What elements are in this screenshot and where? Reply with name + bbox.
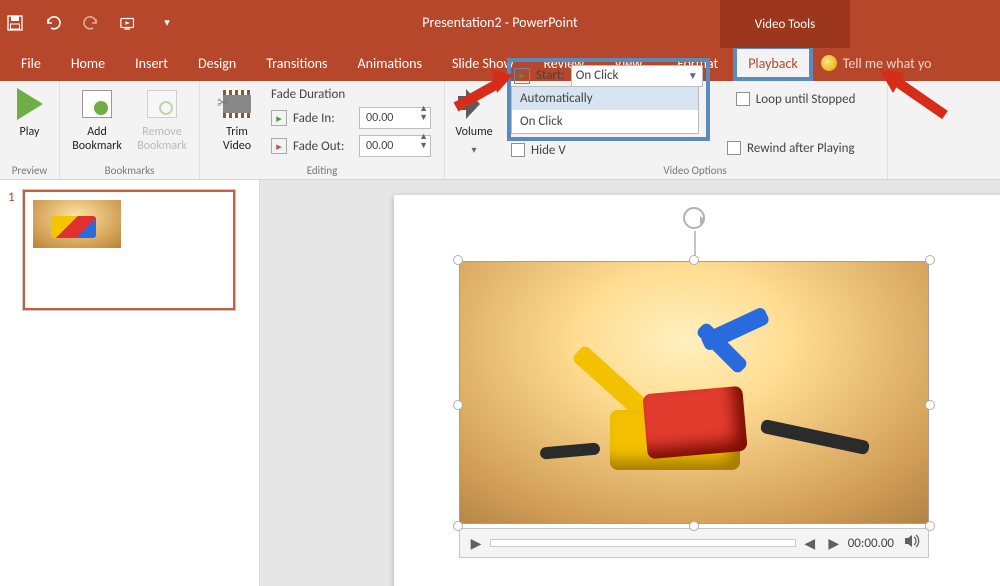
volume-button[interactable]: Volume ▾ [447, 85, 502, 156]
fade-in-label: Fade In: [293, 111, 353, 126]
group-bookmarks-label: Bookmarks [105, 164, 155, 177]
trim-video-button[interactable]: Trim Video [213, 85, 261, 153]
ribbon: Play Preview Add Bookmark Remove Bookmar… [0, 81, 1000, 180]
play-label: Play [20, 125, 40, 139]
fade-in-icon: ▸ [271, 110, 287, 126]
slide-editing-area[interactable]: ▶ ◀ ▶ 00:00.00 [260, 180, 1000, 586]
play-icon [17, 88, 43, 120]
title-bar: ▾ Presentation2 - PowerPoint Video Tools [0, 0, 1000, 45]
player-time-display: 00:00.00 [848, 536, 894, 551]
resize-handle-n[interactable] [689, 255, 699, 265]
loop-checkbox[interactable] [736, 92, 750, 106]
loop-label: Loop until Stopped [756, 92, 856, 107]
fade-out-icon: ▸ [271, 138, 287, 154]
loop-checkbox-row[interactable]: Loop until Stopped [736, 87, 856, 111]
rewind-label: Rewind after Playing [747, 141, 855, 156]
resize-handle-s[interactable] [689, 521, 699, 531]
group-preview-label: Preview [12, 164, 48, 177]
start-combo-value: On Click [576, 68, 619, 83]
tab-file[interactable]: File [6, 45, 56, 81]
start-from-beginning-icon[interactable] [120, 14, 138, 32]
resize-handle-nw[interactable] [453, 255, 463, 265]
video-player-bar: ▶ ◀ ▶ 00:00.00 [459, 528, 929, 558]
group-editing-label: Editing [307, 164, 338, 177]
undo-icon[interactable] [44, 14, 62, 32]
start-label: Start: [536, 68, 565, 83]
start-dropdown-list: Automatically On Click [511, 86, 699, 134]
resize-handle-se[interactable] [925, 521, 935, 531]
start-dropdown-cluster: ▸ Start: On Click ▼ Automatically On Cli… [511, 62, 706, 137]
resize-handle-ne[interactable] [925, 255, 935, 265]
trim-video-label: Trim Video [223, 125, 251, 153]
remove-bookmark-icon [147, 90, 177, 118]
resize-handle-w[interactable] [453, 400, 463, 410]
player-step-back-button[interactable]: ◀ [800, 535, 820, 552]
tab-insert[interactable]: Insert [120, 45, 183, 81]
slide-thumbnail-image [33, 200, 121, 248]
volume-icon [458, 89, 490, 119]
add-bookmark-button[interactable]: Add Bookmark [70, 85, 125, 153]
video-content-illustration [550, 330, 820, 500]
add-bookmark-icon [82, 90, 112, 118]
chevron-down-icon: ▼ [688, 69, 698, 82]
player-volume-button[interactable] [902, 534, 922, 552]
tab-home[interactable]: Home [56, 45, 120, 81]
save-icon[interactable] [6, 14, 24, 32]
video-frame-image [459, 261, 929, 524]
trim-video-icon [223, 90, 251, 118]
group-video-options-label: Video Options [511, 164, 879, 177]
group-video-options: ▸ Start: On Click ▼ Automatically On Cli… [503, 81, 888, 179]
add-bookmark-label: Add Bookmark [72, 125, 122, 153]
fade-out-label: Fade Out: [293, 139, 353, 154]
tell-me-search[interactable]: Tell me what yo [821, 45, 932, 81]
resize-handle-e[interactable] [925, 400, 935, 410]
ribbon-tabs: File Home Insert Design Transitions Anim… [0, 45, 1000, 81]
slide-thumbnails-pane[interactable]: 1 [0, 180, 260, 586]
fade-in-value: 00.00 [366, 111, 393, 125]
play-button[interactable]: Play [2, 85, 57, 139]
player-play-button[interactable]: ▶ [466, 535, 486, 552]
lightbulb-icon [821, 55, 837, 71]
player-step-forward-button[interactable]: ▶ [824, 535, 844, 552]
video-object[interactable]: ▶ ◀ ▶ 00:00.00 [459, 261, 929, 549]
rewind-checkbox[interactable] [727, 141, 741, 155]
tab-transitions[interactable]: Transitions [251, 45, 342, 81]
contextual-tab-title: Video Tools [720, 0, 850, 48]
tell-me-placeholder: Tell me what yo [843, 55, 932, 72]
group-editing: Trim Video Fade Duration ▸ Fade In: 00.0… [200, 81, 445, 179]
start-option-automatically[interactable]: Automatically [512, 87, 698, 110]
fade-out-value: 00.00 [366, 139, 393, 153]
slide-thumbnail-1-row[interactable]: 1 [8, 190, 251, 310]
slide-thumbnail-number: 1 [8, 190, 15, 205]
group-preview: Play Preview [0, 81, 60, 179]
volume-button-wrap: Volume ▾ [445, 81, 503, 179]
resize-handle-sw[interactable] [453, 521, 463, 531]
redo-icon[interactable] [82, 14, 100, 32]
fade-duration-title: Fade Duration [271, 87, 431, 102]
hide-while-not-playing-checkbox[interactable] [511, 143, 525, 157]
player-seek-track[interactable] [490, 539, 796, 547]
remove-bookmark-label: Remove Bookmark [137, 125, 187, 153]
tab-playback[interactable]: Playback [733, 45, 813, 81]
rotate-handle[interactable] [683, 207, 705, 229]
volume-label: Volume [455, 125, 492, 139]
remove-bookmark-button: Remove Bookmark [135, 85, 190, 153]
hide-label: Hide V [531, 143, 566, 158]
qat-more-icon[interactable]: ▾ [158, 14, 176, 32]
quick-access-toolbar: ▾ [6, 0, 176, 45]
fade-out-input[interactable]: 00.00 ▲▼ [359, 135, 431, 157]
start-combo[interactable]: On Click ▼ [571, 65, 703, 87]
start-option-on-click[interactable]: On Click [512, 110, 698, 133]
fade-in-input[interactable]: 00.00 ▲▼ [359, 107, 431, 129]
content-area: 1 [0, 180, 1000, 586]
group-bookmarks: Add Bookmark Remove Bookmark Bookmarks [60, 81, 200, 179]
tab-animations[interactable]: Animations [343, 45, 437, 81]
slide-thumbnail-1[interactable] [23, 190, 235, 310]
tab-design[interactable]: Design [183, 45, 251, 81]
start-icon: ▸ [514, 68, 530, 84]
slide-canvas[interactable]: ▶ ◀ ▶ 00:00.00 [394, 195, 1000, 586]
